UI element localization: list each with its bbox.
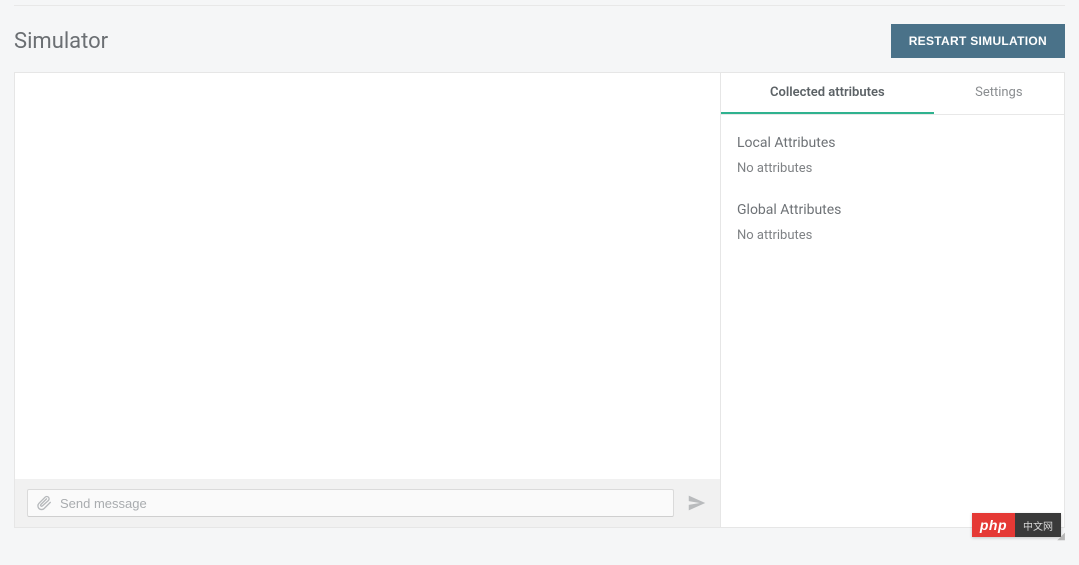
tab-settings[interactable]: Settings	[934, 73, 1064, 114]
tab-collected-attributes[interactable]: Collected attributes	[721, 73, 934, 114]
attachment-icon[interactable]	[36, 495, 52, 511]
chat-area	[15, 73, 721, 527]
resize-corner-icon: ◢	[1057, 531, 1065, 542]
brand-badge-left: php	[972, 513, 1015, 537]
global-attributes-heading: Global Attributes	[737, 202, 1048, 218]
page-header: Simulator RESTART SIMULATION	[14, 24, 1065, 72]
brand-badge-right: 中文网	[1015, 513, 1061, 537]
top-divider	[14, 0, 1065, 6]
message-input-box[interactable]	[27, 489, 674, 517]
simulator-panel: Collected attributes Settings Local Attr…	[14, 72, 1065, 528]
restart-simulation-button[interactable]: RESTART SIMULATION	[891, 24, 1065, 58]
brand-badge: php 中文网	[972, 513, 1061, 537]
message-input[interactable]	[60, 496, 665, 511]
tab-content: Local Attributes No attributes Global At…	[721, 115, 1064, 289]
local-attributes-heading: Local Attributes	[737, 135, 1048, 151]
global-attributes-empty: No attributes	[737, 228, 1048, 243]
input-bar	[15, 479, 720, 527]
page-title: Simulator	[14, 29, 108, 54]
side-tabs: Collected attributes Settings	[721, 73, 1064, 115]
side-panel: Collected attributes Settings Local Attr…	[721, 73, 1064, 527]
messages-canvas	[15, 73, 720, 479]
send-icon[interactable]	[686, 492, 708, 514]
local-attributes-empty: No attributes	[737, 161, 1048, 176]
page-root: Simulator RESTART SIMULATION	[0, 0, 1079, 542]
